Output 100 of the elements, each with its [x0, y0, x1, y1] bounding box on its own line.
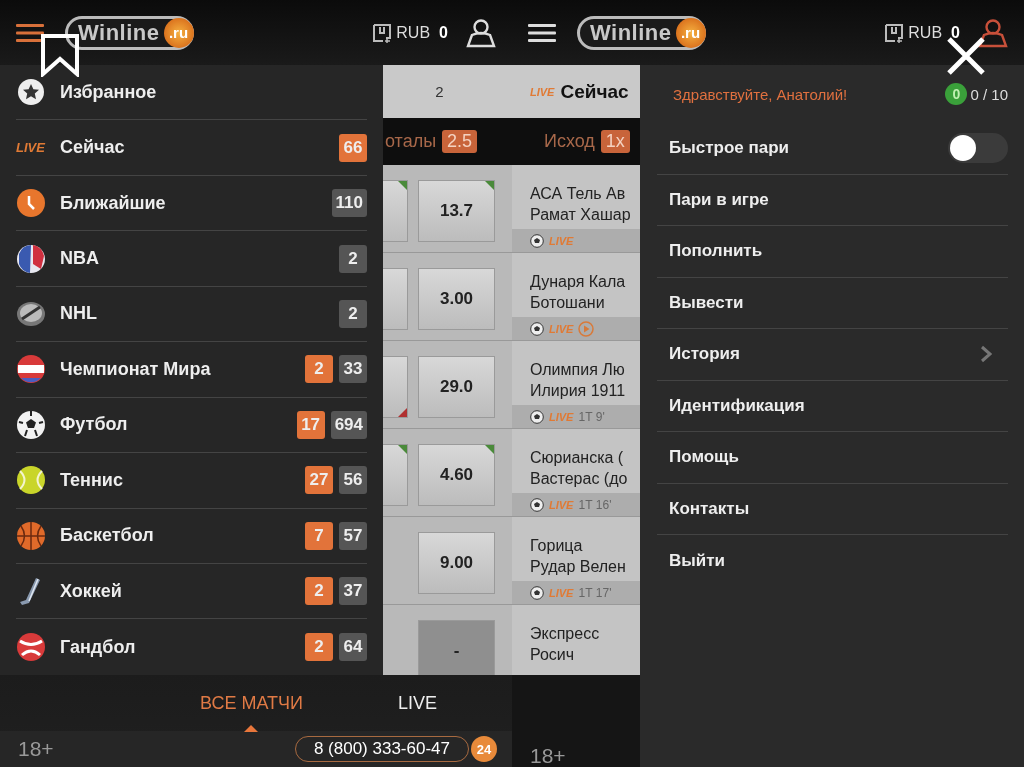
odds-button[interactable]: 29.0 [418, 356, 495, 418]
menu-item[interactable]: Помощь [657, 432, 1008, 484]
soccer-ball-icon [530, 233, 544, 248]
logo[interactable]: Winline .ru [577, 15, 706, 50]
count-badge: 57 [339, 521, 367, 550]
soccer-ball-icon [530, 321, 544, 336]
soccer-ball-icon [530, 409, 544, 424]
menu-item[interactable]: LIVE Сейчас 66 [16, 120, 367, 176]
odds-button[interactable] [383, 356, 408, 418]
user-icon[interactable] [978, 17, 1008, 48]
menu-item[interactable]: Избранное [16, 65, 367, 121]
level-badge: 0 [945, 83, 968, 105]
menu-item[interactable]: Баскетбол 7 57 [16, 508, 367, 564]
user-icon[interactable] [466, 17, 496, 48]
menu-item[interactable]: Быстрое пари [657, 123, 1008, 175]
count-badge: 2 [339, 244, 367, 273]
toggle-switch[interactable] [948, 133, 1008, 164]
menu-item[interactable]: Футбол 17 694 [16, 397, 367, 454]
team-name[interactable]: Дунаря Кала [530, 271, 640, 292]
balance-amount: 0 [439, 23, 448, 42]
menu-item[interactable]: Идентификация [657, 380, 1008, 432]
chevron-right-icon [980, 345, 992, 364]
team-name[interactable]: Вастерас (до [530, 468, 640, 489]
market-badge: 2.5 [442, 130, 478, 153]
wallet-icon[interactable] [371, 21, 394, 44]
tab[interactable]: LIVE [397, 692, 437, 714]
menu-item[interactable]: История [657, 329, 1008, 381]
league-badge-icon [16, 354, 46, 385]
live-strip: LIVE [512, 229, 640, 252]
odds-button[interactable]: 13.7 [418, 180, 495, 242]
count-badge: 2 [305, 355, 333, 384]
menu-icon[interactable] [528, 22, 556, 43]
menu-item[interactable]: Чемпионат Мира 2 33 [16, 342, 367, 398]
menu-item[interactable]: Контакты [657, 483, 1008, 535]
live-label: LIVE [16, 140, 45, 156]
balance-amount: 0 [951, 23, 960, 42]
team-name[interactable]: Олимпия Лю [530, 359, 640, 380]
currency-label: RUB [908, 23, 943, 42]
team-name[interactable]: Илирия 1911 [530, 380, 640, 401]
wallet-icon[interactable] [883, 21, 906, 44]
team-name[interactable]: Экспресс [530, 623, 640, 644]
count-badge: 33 [339, 355, 367, 384]
team-name[interactable]: Горица [530, 535, 640, 556]
progress-text: 0 / 10 [970, 85, 1008, 103]
odds-button[interactable]: 4.60 [418, 444, 495, 506]
greeting: Здравствуйте, Анатолий! [673, 85, 848, 103]
bookmark-icon[interactable] [40, 33, 80, 77]
count-badge: 17 [296, 410, 325, 439]
hours-badge: 24 [471, 736, 497, 762]
count-badge: 2 [339, 299, 367, 328]
league-badge-icon [16, 243, 46, 274]
age-rating: 18+ [18, 738, 54, 760]
team-name[interactable]: АСА Тель Ав [530, 183, 640, 204]
live-strip: LIVE 1Т 9' [512, 405, 640, 428]
menu-icon[interactable] [16, 22, 44, 43]
count-badge: 7 [305, 521, 333, 550]
menu-item[interactable]: NBA 2 [16, 231, 367, 287]
odds-button[interactable] [383, 444, 408, 506]
count-badge: 2 [305, 577, 333, 606]
menu-item[interactable]: Ближайшие 110 [16, 175, 367, 232]
count-badge: 694 [330, 410, 367, 439]
team-name[interactable]: Ботошани [530, 292, 640, 313]
count-badge: 2 [305, 633, 333, 662]
menu-item[interactable]: Хоккей 2 37 [16, 563, 367, 620]
basketball-icon [16, 520, 46, 551]
menu-item[interactable]: Вывести [657, 277, 1008, 329]
event-count: 2 [435, 83, 444, 100]
clock-icon [16, 188, 46, 219]
count-badge: 37 [339, 577, 367, 606]
menu-item[interactable]: Пополнить [657, 226, 1008, 278]
team-name[interactable]: Рудар Велен [530, 556, 640, 577]
menu-item[interactable]: Пари в игре [657, 174, 1008, 226]
count-badge: 66 [339, 133, 367, 162]
live-strip: LIVE 1Т 17' [512, 581, 640, 604]
odds-button[interactable]: 3.00 [418, 268, 495, 330]
odds-button[interactable]: 9.00 [418, 532, 495, 594]
team-name[interactable]: Росич [530, 644, 640, 665]
count-badge: 64 [339, 633, 367, 662]
age-rating: 18+ [530, 745, 566, 767]
menu-item[interactable]: Теннис 27 56 [16, 453, 367, 509]
market-badge: 1x [600, 130, 630, 153]
currency-label: RUB [396, 23, 431, 42]
soccer-ball-icon [530, 497, 544, 512]
team-name[interactable]: Сюрианска ( [530, 447, 640, 468]
menu-item[interactable]: Гандбол 2 64 [16, 619, 367, 675]
count-badge: 110 [331, 189, 367, 218]
tennis-ball-icon [16, 465, 46, 496]
team-name[interactable]: Рамат Хашар [530, 204, 640, 225]
live-strip: LIVE [512, 317, 640, 340]
logo[interactable]: Winline .ru [65, 15, 194, 50]
live-strip: LIVE 1Т 16' [512, 493, 640, 516]
live-label: LIVE [530, 85, 555, 98]
odds-button[interactable] [383, 180, 408, 242]
list-title: Сейчас [560, 80, 629, 103]
tab[interactable]: ВСЕ МАТЧИ [200, 692, 303, 714]
soccer-ball-icon [530, 585, 544, 600]
soccer-ball-icon [16, 409, 46, 440]
menu-item[interactable]: NHL 2 [16, 286, 367, 343]
menu-item[interactable]: Выйти [657, 535, 1008, 587]
count-badge: 27 [305, 466, 333, 495]
